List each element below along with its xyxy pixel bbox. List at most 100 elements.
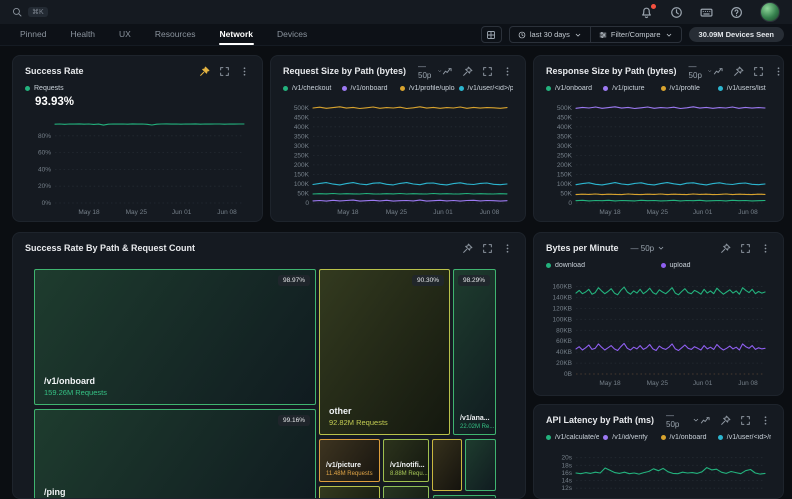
devices-seen-badge[interactable]: 30.09M Devices Seen (689, 27, 784, 42)
search-icon (12, 7, 22, 17)
tab-ux[interactable]: UX (107, 24, 143, 45)
tab-health[interactable]: Health (58, 24, 107, 45)
legend-dot (603, 435, 608, 440)
request-count: 22.02M Re... (460, 424, 494, 430)
percentile-label: — 50p (631, 244, 655, 253)
treemap-cell-ping[interactable]: 99.16%/ping (34, 409, 316, 499)
kebab-icon[interactable] (502, 243, 513, 254)
card-actions (720, 243, 771, 254)
legend-item[interactable]: /v1/onboard (661, 434, 714, 441)
percentile-label: — 50p (418, 62, 434, 80)
treemap-cell[interactable] (319, 486, 380, 499)
legend-item[interactable]: Requests (25, 85, 250, 92)
history-button[interactable] (670, 6, 683, 19)
kebab-icon[interactable] (239, 66, 250, 77)
percentile-dropdown[interactable]: — 50p (666, 411, 700, 429)
legend-item[interactable]: /v1/checkout (283, 85, 338, 92)
clock-icon (670, 6, 683, 19)
chevron-down-icon (692, 416, 700, 424)
treemap-cell-label: other 92.82M Requests (329, 406, 388, 427)
treemap-cell-other[interactable]: 90.30%other92.82M Requests (319, 269, 450, 435)
percentile-label: — 50p (689, 62, 705, 80)
svg-text:40%: 40% (38, 166, 51, 173)
treemap-cell-label: /v1/ana... 22.02M Re... (460, 415, 494, 430)
svg-text:May 25: May 25 (647, 380, 669, 387)
treemap-cell-v1-picture[interactable]: /v1/picture11.48M Requests (319, 439, 380, 482)
svg-text:Jun 01: Jun 01 (693, 380, 713, 387)
legend-item[interactable]: /v1/user/<id>/profile (459, 85, 514, 92)
help-button[interactable] (730, 6, 743, 19)
chart-type-icon[interactable] (713, 66, 724, 77)
legend-item[interactable]: /v1/id/verify (603, 434, 656, 441)
time-range-dropdown[interactable]: last 30 days (510, 27, 590, 42)
svg-text:150K: 150K (294, 171, 310, 178)
expand-icon[interactable] (740, 415, 751, 426)
chart-type-icon[interactable] (700, 415, 711, 426)
path-name: other (329, 406, 388, 416)
svg-text:250K: 250K (557, 152, 573, 159)
treemap-cell[interactable] (433, 495, 496, 499)
dashboard-page: ⌘K Pinned Health UX Resources Ne (0, 0, 792, 499)
tab-network[interactable]: Network (208, 24, 266, 45)
legend-item[interactable]: /v1/user/<id>/rem... (718, 434, 771, 441)
pin-icon[interactable] (462, 243, 473, 254)
card-success-by-path: Success Rate By Path & Request Count 98.… (12, 232, 526, 499)
expand-icon[interactable] (482, 66, 493, 77)
legend-item[interactable]: /v1/onboard (546, 85, 599, 92)
expand-icon[interactable] (219, 66, 230, 77)
treemap-cell[interactable] (465, 439, 496, 491)
tab-devices[interactable]: Devices (265, 24, 319, 45)
treemap-cell-v1-onboard[interactable]: 98.97%/v1/onboard159.26M Requests (34, 269, 316, 405)
treemap-cell[interactable] (432, 439, 462, 491)
svg-text:200K: 200K (294, 162, 310, 169)
kebab-icon[interactable] (773, 66, 784, 77)
path-name: /v1/picture (326, 462, 373, 469)
keyboard-shortcuts-button[interactable] (700, 6, 713, 19)
kebab-icon[interactable] (502, 66, 513, 77)
legend-item[interactable]: /v1/calculate/eta (546, 434, 599, 441)
kebab-icon[interactable] (760, 415, 771, 426)
percentile-dropdown[interactable]: — 50p (418, 62, 442, 80)
pin-icon[interactable] (462, 66, 473, 77)
notifications-button[interactable] (640, 6, 653, 19)
svg-text:500K: 500K (557, 105, 573, 112)
svg-text:Jun 08: Jun 08 (738, 380, 758, 387)
percentile-dropdown[interactable]: — 50p (631, 244, 666, 253)
chart-type-icon[interactable] (442, 66, 453, 77)
legend-item[interactable]: /v1/onboard (342, 85, 397, 92)
card-title: Success Rate (25, 66, 84, 76)
expand-icon[interactable] (740, 243, 751, 254)
legend-item[interactable]: /v1/picture (603, 85, 656, 92)
request-count: 92.82M Requests (329, 418, 388, 427)
svg-text:400K: 400K (294, 124, 310, 131)
layout-grid-button[interactable] (481, 26, 502, 43)
treemap-cell-v1-ana[interactable]: 98.29%/v1/ana...22.02M Re... (453, 269, 496, 435)
avatar[interactable] (760, 2, 780, 22)
global-search[interactable]: ⌘K (12, 7, 48, 17)
pin-icon[interactable] (199, 66, 210, 77)
path-name: /v1/ana... (460, 415, 494, 422)
tab-pinned[interactable]: Pinned (8, 24, 58, 45)
filter-compare-dropdown[interactable]: Filter/Compare (591, 27, 681, 42)
legend-item[interactable]: /v1/profile (661, 85, 714, 92)
tab-resources[interactable]: Resources (143, 24, 208, 45)
treemap-cell-v1-notifi[interactable]: /v1/notifi...8.88M Requ... (383, 439, 429, 482)
expand-icon[interactable] (482, 243, 493, 254)
svg-text:May 18: May 18 (599, 209, 621, 216)
legend-item[interactable]: download (546, 262, 657, 269)
card-api-latency: API Latency by Path (ms) — 50p /v1/calcu… (533, 404, 784, 499)
legend-item[interactable]: upload (661, 262, 772, 269)
chevron-down-icon (665, 31, 673, 39)
svg-text:Jun 01: Jun 01 (433, 209, 453, 216)
legend-item[interactable]: /v1/users/list (718, 85, 771, 92)
pin-icon[interactable] (720, 415, 731, 426)
treemap-cell[interactable] (383, 486, 429, 499)
pin-icon[interactable] (720, 243, 731, 254)
card-response-size: Response Size by Path (bytes) — 50p /v1/… (533, 55, 784, 222)
percentile-dropdown[interactable]: — 50p (689, 62, 713, 80)
kebab-icon[interactable] (760, 243, 771, 254)
legend-item[interactable]: /v1/profile/upload (400, 85, 455, 92)
pin-icon[interactable] (733, 66, 744, 77)
expand-icon[interactable] (753, 66, 764, 77)
path-name: /v1/onboard (44, 376, 107, 386)
